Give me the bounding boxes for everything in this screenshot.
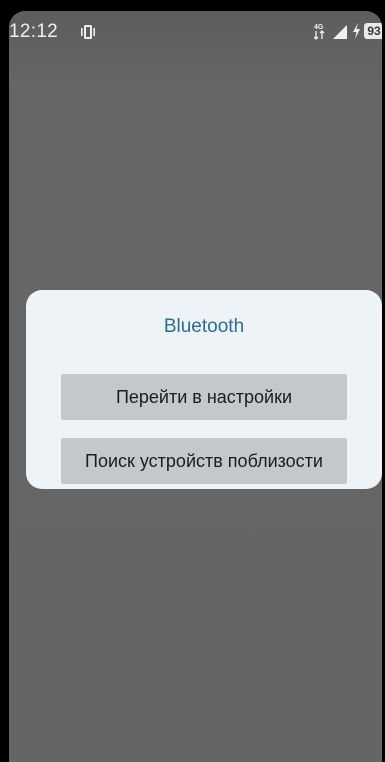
battery-icon: 93 xyxy=(364,23,382,39)
status-bar: 12:12 4G 93 xyxy=(9,11,382,49)
network-4g-icon: 4G xyxy=(313,22,328,40)
screen: 12:12 4G 93 Bluetooth Перейти в настройк… xyxy=(9,11,382,762)
dialog-title: Bluetooth xyxy=(163,316,245,337)
charging-icon xyxy=(352,23,361,39)
bluetooth-dialog: Bluetooth Перейти в настройки Поиск устр… xyxy=(26,290,382,489)
open-settings-button[interactable]: Перейти в настройки xyxy=(61,374,347,420)
phone-frame: 12:12 4G 93 Bluetooth Перейти в настройк… xyxy=(0,0,385,762)
vibrate-icon xyxy=(81,23,95,41)
signal-icon xyxy=(332,24,348,40)
status-time: 12:12 xyxy=(9,21,59,42)
svg-text:4G: 4G xyxy=(314,24,324,31)
search-nearby-devices-button[interactable]: Поиск устройств поблизости xyxy=(61,438,347,484)
